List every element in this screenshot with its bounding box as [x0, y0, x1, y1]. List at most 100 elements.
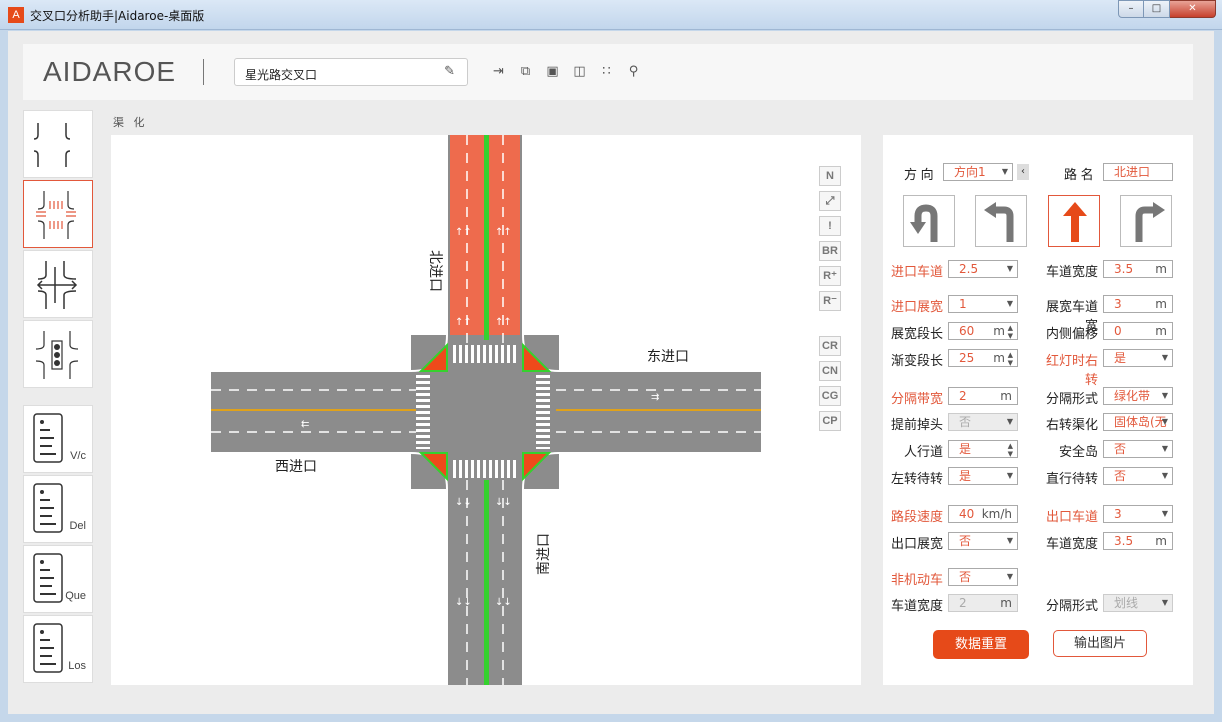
row-0-field-1[interactable]: 2.5 ▼: [948, 260, 1018, 278]
row-9-field-1[interactable]: 否 ▼: [948, 532, 1018, 550]
vc-caption: V/c: [70, 450, 86, 462]
field-value: 划线: [1114, 596, 1139, 610]
vc-report-button[interactable]: V/c: [23, 405, 93, 473]
field-value: 3: [1114, 507, 1122, 521]
los-report-button[interactable]: Los: [23, 615, 93, 683]
export-image-button[interactable]: 输出图片: [1053, 630, 1147, 657]
field-value: 是: [959, 442, 972, 456]
intersection-canvas[interactable]: ↑↑ ↑↑ ↑↑ ↑↑ ↓↓ ↓↓ ↓↓ ↓↓ ⇇ ⇉ 北进口 南进口 东进口 西进口: [111, 135, 861, 685]
row-6-field-2[interactable]: 否 ▼: [1103, 440, 1173, 458]
save-icon[interactable]: ◫: [566, 64, 593, 79]
chevron-down-icon: ▼: [1161, 391, 1168, 400]
through-button[interactable]: [1048, 195, 1100, 247]
title-bar: A 交叉口分析助手|Aidaroe-桌面版 – □ ✕: [0, 0, 1222, 30]
queue-report-button[interactable]: Que: [23, 545, 93, 613]
map-pin-icon[interactable]: ⚲: [620, 64, 647, 79]
direction-select[interactable]: 方向1 ▼: [943, 163, 1013, 181]
row-9-label-1: 出口展宽: [890, 536, 943, 551]
row-9-field-2[interactable]: 3.5 m: [1103, 532, 1173, 550]
row-6-field-1[interactable]: 是 ▲ ▼: [948, 440, 1018, 458]
open-folder-icon[interactable]: ▣: [539, 64, 566, 79]
r-minus-button[interactable]: R⁻: [819, 291, 841, 311]
row-1-field-1[interactable]: 1 ▼: [948, 295, 1018, 313]
row-5-field-1: 否 ▼: [948, 413, 1018, 431]
svg-text:↑↑: ↑↑: [455, 227, 472, 238]
row-2-field-1[interactable]: 60 m ▲ ▼: [948, 322, 1018, 340]
minimize-button[interactable]: –: [1118, 0, 1144, 18]
row-5-label-2: 右转渠化: [1045, 417, 1098, 432]
row-1-field-2[interactable]: 3m: [1103, 295, 1173, 313]
cn-button[interactable]: CN: [819, 361, 841, 381]
unit-label: m: [1155, 534, 1167, 548]
chevron-down-icon: ▼: [1006, 572, 1013, 581]
chevron-left-icon[interactable]: ‹: [1017, 164, 1029, 180]
intersection-layout-button[interactable]: [23, 110, 93, 178]
east-approach-label: 东进口: [647, 348, 689, 364]
new-file-icon[interactable]: ⧉: [512, 64, 539, 79]
warning-button[interactable]: !: [819, 216, 841, 236]
row-2-field-2[interactable]: 0m: [1103, 322, 1173, 340]
field-value: 3: [1114, 297, 1122, 311]
r-plus-button[interactable]: R⁺: [819, 266, 841, 286]
field-value: 2.5: [959, 262, 979, 276]
row-7-field-2[interactable]: 否 ▼: [1103, 467, 1173, 485]
chevron-down-icon: ▼: [1161, 509, 1168, 518]
spinner-icon: ▲ ▼: [1007, 351, 1013, 367]
close-button[interactable]: ✕: [1170, 0, 1216, 18]
maximize-button[interactable]: □: [1144, 0, 1170, 18]
row-0-field-2[interactable]: 3.5 m: [1103, 260, 1173, 278]
grid-icon[interactable]: ∷: [593, 64, 620, 79]
direction-value: 方向1: [954, 165, 986, 179]
field-value: 3.5: [1114, 534, 1134, 548]
field-value: 2: [959, 389, 967, 403]
field-value: 3.5: [1114, 262, 1134, 276]
row-4-field-1[interactable]: 2m: [948, 387, 1018, 405]
resize-button[interactable]: ⤢: [819, 191, 841, 211]
row-7-field-1[interactable]: 是 ▼: [948, 467, 1018, 485]
uturn-button[interactable]: [903, 195, 955, 247]
svg-text:↑↑: ↑↑: [495, 227, 512, 238]
traffic-light-icon: [35, 331, 79, 379]
row-3-label-1: 渐变段长: [890, 353, 943, 368]
edit-pen-icon[interactable]: ✎: [444, 64, 455, 79]
uturn-arrow-icon: [910, 204, 938, 242]
row-6-label-2: 安全岛: [1058, 444, 1098, 459]
right-turn-button[interactable]: [1120, 195, 1172, 247]
br-button[interactable]: BR: [819, 241, 841, 261]
left-turn-button[interactable]: [975, 195, 1027, 247]
row-3-field-2[interactable]: 是 ▼: [1103, 349, 1173, 367]
cr-button[interactable]: CR: [819, 336, 841, 356]
unit-label: m: [1000, 596, 1012, 610]
field-value: 否: [959, 415, 972, 429]
import-icon[interactable]: ⇥: [485, 64, 512, 79]
traffic-flow-button[interactable]: [23, 250, 93, 318]
los-caption: Los: [68, 660, 86, 672]
south-approach-label: 南进口: [535, 533, 551, 575]
row-10-field-1[interactable]: 否 ▼: [948, 568, 1018, 586]
row-3-field-1[interactable]: 25 m ▲ ▼: [948, 349, 1018, 367]
road-name-label: 路 名: [1064, 167, 1094, 182]
row-8-label-2: 出口车道: [1045, 509, 1098, 524]
signal-timing-button[interactable]: [23, 320, 93, 388]
delay-report-button[interactable]: Del: [23, 475, 93, 543]
row-8-field-2[interactable]: 3 ▼: [1103, 505, 1173, 523]
row-8-field-1[interactable]: 40 km/h: [948, 505, 1018, 523]
north-toggle-button[interactable]: N: [819, 166, 841, 186]
logo: AIDAROE: [43, 56, 177, 87]
road-name-value: 北进口: [1114, 165, 1151, 179]
row-5-field-2[interactable]: 固体岛(无 ▼: [1103, 413, 1173, 431]
field-value: 否: [1114, 442, 1127, 456]
cp-button[interactable]: CP: [819, 411, 841, 431]
field-value: 绿化带: [1114, 389, 1151, 403]
through-arrow-icon: [1063, 202, 1087, 242]
row-2-label-2: 内侧偏移: [1045, 326, 1098, 341]
chevron-down-icon: ▼: [1161, 417, 1168, 426]
road-name-input[interactable]: 北进口: [1103, 163, 1173, 181]
reset-data-button[interactable]: 数据重置: [933, 630, 1029, 659]
row-2-label-1: 展宽段长: [890, 326, 943, 341]
row-4-field-2[interactable]: 绿化带 ▼: [1103, 387, 1173, 405]
left-turn-arrow-icon: [984, 202, 1014, 242]
cg-button[interactable]: CG: [819, 386, 841, 406]
intersection-name-field[interactable]: 星光路交叉口 ✎: [234, 58, 468, 86]
channelization-button[interactable]: [23, 180, 93, 248]
